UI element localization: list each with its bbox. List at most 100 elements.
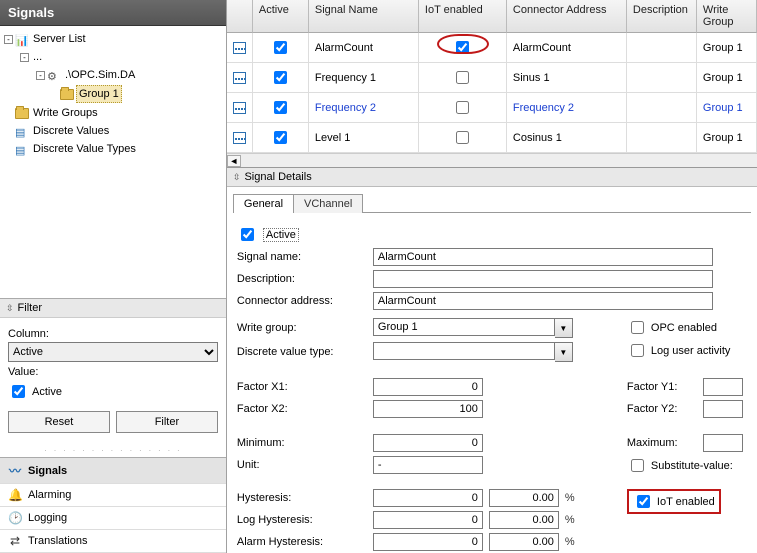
table-row[interactable]: Level 1Cosinus 1Group 1: [227, 123, 757, 153]
pct-label: %: [565, 514, 575, 526]
description-input[interactable]: [373, 270, 713, 288]
hyst-pct-input[interactable]: [489, 489, 559, 507]
name-cell: Frequency 2: [309, 93, 419, 123]
scroll-left-icon[interactable]: ◄: [227, 155, 241, 167]
right-panel: Active Signal Name IoT enabled Connector…: [227, 0, 757, 553]
nav-translations[interactable]: ⇄ Translations: [0, 530, 226, 553]
factor-y2-label: Factor Y2:: [627, 403, 697, 415]
loghyst-pct-input[interactable]: [489, 511, 559, 529]
iot-cell: [419, 63, 507, 93]
filter-header[interactable]: Filter: [0, 298, 226, 318]
row-name: AlarmCount: [315, 42, 373, 54]
chevron-down-icon[interactable]: ▼: [555, 342, 573, 362]
unit-input[interactable]: [373, 456, 483, 474]
tree-group-1[interactable]: Group 1: [4, 84, 222, 104]
active-check[interactable]: [241, 228, 254, 241]
min-input[interactable]: [373, 434, 483, 452]
alarmhyst-input[interactable]: [373, 533, 483, 551]
filter-header-label: Filter: [18, 302, 42, 314]
nav-alarming[interactable]: 🔔 Alarming: [0, 484, 226, 507]
active-cell: [253, 93, 309, 123]
name-cell: AlarmCount: [309, 33, 419, 63]
row-iot-check[interactable]: [456, 71, 469, 84]
reset-button[interactable]: Reset: [8, 411, 110, 433]
table-row[interactable]: AlarmCountAlarmCountGroup 1: [227, 33, 757, 63]
row-active-check[interactable]: [274, 131, 287, 144]
discrete-type-combo[interactable]: ▼: [373, 342, 573, 362]
row-active-check[interactable]: [274, 101, 287, 114]
tree-write-groups[interactable]: Write Groups: [4, 104, 222, 122]
tree-root[interactable]: - 📊 Server List: [4, 30, 222, 48]
nav-logging[interactable]: 🕑 Logging: [0, 507, 226, 530]
signals-icon: 〰: [8, 462, 22, 479]
tab-vchannel[interactable]: VChannel: [293, 194, 363, 213]
signal-icon-cell: [227, 63, 253, 93]
alarmhyst-label: Alarm Hysteresis:: [237, 536, 367, 548]
max-input[interactable]: [703, 434, 743, 452]
col-description[interactable]: Description: [627, 0, 697, 33]
discrete-type-input[interactable]: [373, 342, 555, 360]
pct-label: %: [565, 536, 575, 548]
write-group-combo[interactable]: ▼: [373, 318, 573, 338]
col-write-group[interactable]: Write Group: [697, 0, 757, 33]
filter-button[interactable]: Filter: [116, 411, 218, 433]
clock-icon: 🕑: [8, 511, 22, 525]
factor-y2-input[interactable]: [703, 400, 743, 418]
col-icon[interactable]: [227, 0, 253, 33]
grid-hscroll[interactable]: ◄: [227, 153, 757, 167]
details-header[interactable]: Signal Details: [227, 168, 757, 187]
col-iot[interactable]: IoT enabled: [419, 0, 507, 33]
log-user-check[interactable]: [631, 344, 644, 357]
write-group-input[interactable]: [373, 318, 555, 336]
row-iot-check[interactable]: [456, 131, 469, 144]
desc-cell: [627, 123, 697, 153]
active-cell: [253, 63, 309, 93]
wg-cell: Group 1: [697, 123, 757, 153]
signal-icon: [233, 42, 246, 54]
factor-x1-input[interactable]: [373, 378, 483, 396]
tab-general[interactable]: General: [233, 194, 294, 213]
loghyst-input[interactable]: [373, 511, 483, 529]
nav-list: 〰 Signals 🔔 Alarming 🕑 Logging ⇄ Transla…: [0, 457, 226, 553]
row-active-check[interactable]: [274, 41, 287, 54]
alarmhyst-pct-input[interactable]: [489, 533, 559, 551]
row-wg: Group 1: [703, 102, 743, 114]
collapse-icon[interactable]: -: [36, 71, 45, 80]
iot-enabled-check[interactable]: [637, 495, 650, 508]
sub-val-label: Substitute-value:: [651, 460, 733, 472]
tree-discrete-value-types[interactable]: Discrete Value Types: [4, 140, 222, 158]
nav-signals[interactable]: 〰 Signals: [0, 458, 226, 484]
filter-value-check[interactable]: [12, 385, 25, 398]
sub-val-check[interactable]: [631, 459, 644, 472]
col-active[interactable]: Active: [253, 0, 309, 33]
tree-server[interactable]: - .\OPC.Sim.DA: [4, 66, 222, 84]
server-tree: - 📊 Server List - ... - .\OPC.Sim.DA Gro…: [0, 26, 226, 206]
factor-y1-input[interactable]: [703, 378, 743, 396]
factor-x2-input[interactable]: [373, 400, 483, 418]
conn-addr-input[interactable]: [373, 292, 713, 310]
row-iot-check[interactable]: [456, 101, 469, 114]
hyst-input[interactable]: [373, 489, 483, 507]
collapse-icon[interactable]: -: [20, 53, 29, 62]
row-wg: Group 1: [703, 42, 743, 54]
row-wg: Group 1: [703, 132, 743, 144]
signal-icon-cell: [227, 33, 253, 63]
col-signal-name[interactable]: Signal Name: [309, 0, 419, 33]
collapse-icon[interactable]: -: [4, 35, 13, 44]
signal-name-input[interactable]: [373, 248, 713, 266]
max-label: Maximum:: [627, 437, 697, 449]
tree-sub[interactable]: - ...: [4, 48, 222, 66]
opc-enabled-check[interactable]: [631, 321, 644, 334]
table-row[interactable]: Frequency 1Sinus 1Group 1: [227, 63, 757, 93]
signal-icon: [233, 72, 246, 84]
details-header-label: Signal Details: [244, 171, 311, 183]
iot-cell: [419, 123, 507, 153]
tree-discrete-values[interactable]: Discrete Values: [4, 122, 222, 140]
translate-icon: ⇄: [8, 534, 22, 548]
row-active-check[interactable]: [274, 71, 287, 84]
filter-column-select[interactable]: Active: [8, 342, 218, 362]
signals-icon: 📊: [15, 33, 29, 45]
chevron-down-icon[interactable]: ▼: [555, 318, 573, 338]
table-row[interactable]: Frequency 2Frequency 2Group 1: [227, 93, 757, 123]
col-connector[interactable]: Connector Address: [507, 0, 627, 33]
